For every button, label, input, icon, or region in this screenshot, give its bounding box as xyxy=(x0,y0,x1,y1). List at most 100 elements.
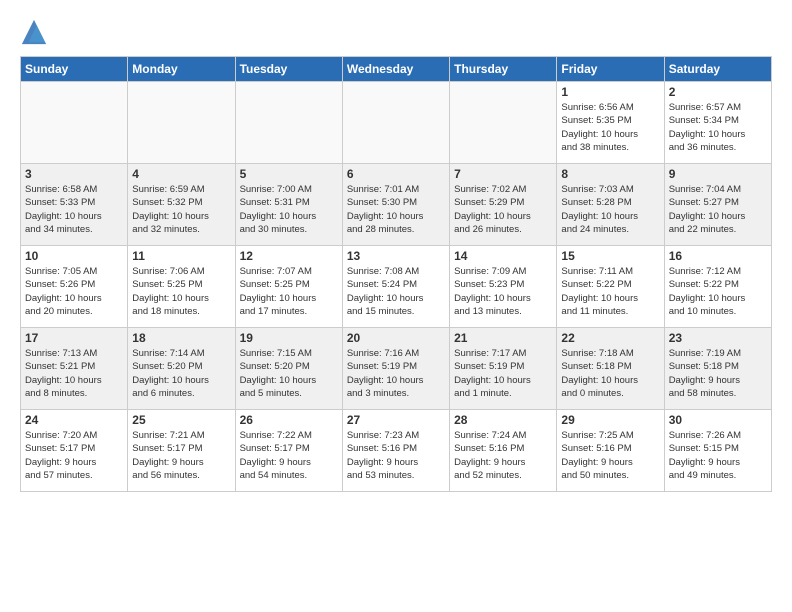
day-number: 15 xyxy=(561,249,659,263)
day-cell: 18 Sunrise: 7:14 AM Sunset: 5:20 PM Dayli… xyxy=(128,328,235,410)
day-info: Sunrise: 7:07 AM Sunset: 5:25 PM Dayligh… xyxy=(240,265,338,318)
day-cell: 10Sunrise: 7:05 AM Sunset: 5:26 PM Dayli… xyxy=(21,246,128,328)
day-number: 25 xyxy=(132,413,230,427)
day-info: Sunrise: 7:04 AM Sunset: 5:27 PM Dayligh… xyxy=(669,183,767,236)
day-info: Sunrise: 7:26 AM Sunset: 5:15 PM Dayligh… xyxy=(669,429,767,482)
day-number: 5 xyxy=(240,167,338,181)
header-cell-tuesday: Tuesday xyxy=(235,57,342,82)
day-number: 3 xyxy=(25,167,123,181)
day-info: Sunrise: 7:24 AM Sunset: 5:16 PM Dayligh… xyxy=(454,429,552,482)
day-number: 28 xyxy=(454,413,552,427)
day-cell: 20 Sunrise: 7:16 AM Sunset: 5:19 PM Dayli… xyxy=(342,328,449,410)
day-info: Sunrise: 7:00 AM Sunset: 5:31 PM Dayligh… xyxy=(240,183,338,236)
day-cell: 5 Sunrise: 7:00 AM Sunset: 5:31 PM Daylig… xyxy=(235,164,342,246)
day-info: Sunrise: 7:06 AM Sunset: 5:25 PM Dayligh… xyxy=(132,265,230,318)
day-info: Sunrise: 7:03 AM Sunset: 5:28 PM Dayligh… xyxy=(561,183,659,236)
day-number: 22 xyxy=(561,331,659,345)
calendar-body: 1 Sunrise: 6:56 AM Sunset: 5:35 PM Daylig… xyxy=(21,82,772,492)
day-cell: 9 Sunrise: 7:04 AM Sunset: 5:27 PM Daylig… xyxy=(664,164,771,246)
header-cell-friday: Friday xyxy=(557,57,664,82)
day-info: Sunrise: 7:19 AM Sunset: 5:18 PM Dayligh… xyxy=(669,347,767,400)
day-number: 18 xyxy=(132,331,230,345)
day-cell: 24 Sunrise: 7:20 AM Sunset: 5:17 PM Dayli… xyxy=(21,410,128,492)
day-number: 23 xyxy=(669,331,767,345)
day-cell xyxy=(21,82,128,164)
day-info: Sunrise: 7:23 AM Sunset: 5:16 PM Dayligh… xyxy=(347,429,445,482)
day-info: Sunrise: 7:16 AM Sunset: 5:19 PM Dayligh… xyxy=(347,347,445,400)
day-info: Sunrise: 6:57 AM Sunset: 5:34 PM Dayligh… xyxy=(669,101,767,154)
day-number: 30 xyxy=(669,413,767,427)
day-info: Sunrise: 7:11 AM Sunset: 5:22 PM Dayligh… xyxy=(561,265,659,318)
day-number: 21 xyxy=(454,331,552,345)
day-cell: 7Sunrise: 7:02 AM Sunset: 5:29 PM Daylig… xyxy=(450,164,557,246)
day-info: Sunrise: 6:58 AM Sunset: 5:33 PM Dayligh… xyxy=(25,183,123,236)
day-cell: 6 Sunrise: 7:01 AM Sunset: 5:30 PM Daylig… xyxy=(342,164,449,246)
logo-icon xyxy=(20,18,48,46)
day-cell: 14 Sunrise: 7:09 AM Sunset: 5:23 PM Dayli… xyxy=(450,246,557,328)
day-cell: 1 Sunrise: 6:56 AM Sunset: 5:35 PM Daylig… xyxy=(557,82,664,164)
day-info: Sunrise: 7:14 AM Sunset: 5:20 PM Dayligh… xyxy=(132,347,230,400)
day-number: 29 xyxy=(561,413,659,427)
day-cell: 12 Sunrise: 7:07 AM Sunset: 5:25 PM Dayli… xyxy=(235,246,342,328)
day-cell: 25Sunrise: 7:21 AM Sunset: 5:17 PM Dayli… xyxy=(128,410,235,492)
day-cell: 27 Sunrise: 7:23 AM Sunset: 5:16 PM Dayli… xyxy=(342,410,449,492)
day-cell: 16Sunrise: 7:12 AM Sunset: 5:22 PM Dayli… xyxy=(664,246,771,328)
day-info: Sunrise: 7:22 AM Sunset: 5:17 PM Dayligh… xyxy=(240,429,338,482)
week-row-4: 17Sunrise: 7:13 AM Sunset: 5:21 PM Dayli… xyxy=(21,328,772,410)
page: SundayMondayTuesdayWednesdayThursdayFrid… xyxy=(0,0,792,502)
day-cell: 21 Sunrise: 7:17 AM Sunset: 5:19 PM Dayli… xyxy=(450,328,557,410)
day-cell: 17Sunrise: 7:13 AM Sunset: 5:21 PM Dayli… xyxy=(21,328,128,410)
day-cell: 22Sunrise: 7:18 AM Sunset: 5:18 PM Dayli… xyxy=(557,328,664,410)
header-cell-monday: Monday xyxy=(128,57,235,82)
header-cell-wednesday: Wednesday xyxy=(342,57,449,82)
day-cell xyxy=(450,82,557,164)
day-cell: 11 Sunrise: 7:06 AM Sunset: 5:25 PM Dayli… xyxy=(128,246,235,328)
day-cell: 2 Sunrise: 6:57 AM Sunset: 5:34 PM Daylig… xyxy=(664,82,771,164)
day-info: Sunrise: 7:08 AM Sunset: 5:24 PM Dayligh… xyxy=(347,265,445,318)
day-number: 26 xyxy=(240,413,338,427)
calendar-table: SundayMondayTuesdayWednesdayThursdayFrid… xyxy=(20,56,772,492)
week-row-3: 10Sunrise: 7:05 AM Sunset: 5:26 PM Dayli… xyxy=(21,246,772,328)
day-info: Sunrise: 7:09 AM Sunset: 5:23 PM Dayligh… xyxy=(454,265,552,318)
header-cell-saturday: Saturday xyxy=(664,57,771,82)
day-number: 13 xyxy=(347,249,445,263)
week-row-5: 24 Sunrise: 7:20 AM Sunset: 5:17 PM Dayli… xyxy=(21,410,772,492)
day-cell: 29Sunrise: 7:25 AM Sunset: 5:16 PM Dayli… xyxy=(557,410,664,492)
day-number: 9 xyxy=(669,167,767,181)
day-cell: 8 Sunrise: 7:03 AM Sunset: 5:28 PM Daylig… xyxy=(557,164,664,246)
day-number: 8 xyxy=(561,167,659,181)
day-cell: 13 Sunrise: 7:08 AM Sunset: 5:24 PM Dayli… xyxy=(342,246,449,328)
day-number: 10 xyxy=(25,249,123,263)
day-number: 24 xyxy=(25,413,123,427)
logo xyxy=(20,18,52,46)
header-row: SundayMondayTuesdayWednesdayThursdayFrid… xyxy=(21,57,772,82)
day-info: Sunrise: 7:20 AM Sunset: 5:17 PM Dayligh… xyxy=(25,429,123,482)
day-number: 27 xyxy=(347,413,445,427)
day-number: 12 xyxy=(240,249,338,263)
day-cell xyxy=(235,82,342,164)
day-info: Sunrise: 7:15 AM Sunset: 5:20 PM Dayligh… xyxy=(240,347,338,400)
header-cell-thursday: Thursday xyxy=(450,57,557,82)
day-cell: 19Sunrise: 7:15 AM Sunset: 5:20 PM Dayli… xyxy=(235,328,342,410)
calendar-header: SundayMondayTuesdayWednesdayThursdayFrid… xyxy=(21,57,772,82)
day-number: 6 xyxy=(347,167,445,181)
day-number: 4 xyxy=(132,167,230,181)
day-cell: 3 Sunrise: 6:58 AM Sunset: 5:33 PM Daylig… xyxy=(21,164,128,246)
day-cell: 30 Sunrise: 7:26 AM Sunset: 5:15 PM Dayli… xyxy=(664,410,771,492)
day-info: Sunrise: 6:56 AM Sunset: 5:35 PM Dayligh… xyxy=(561,101,659,154)
day-info: Sunrise: 7:12 AM Sunset: 5:22 PM Dayligh… xyxy=(669,265,767,318)
week-row-2: 3 Sunrise: 6:58 AM Sunset: 5:33 PM Daylig… xyxy=(21,164,772,246)
day-info: Sunrise: 7:01 AM Sunset: 5:30 PM Dayligh… xyxy=(347,183,445,236)
header-cell-sunday: Sunday xyxy=(21,57,128,82)
day-cell: 15 Sunrise: 7:11 AM Sunset: 5:22 PM Dayli… xyxy=(557,246,664,328)
day-info: Sunrise: 7:17 AM Sunset: 5:19 PM Dayligh… xyxy=(454,347,552,400)
day-info: Sunrise: 7:02 AM Sunset: 5:29 PM Dayligh… xyxy=(454,183,552,236)
day-number: 20 xyxy=(347,331,445,345)
day-number: 14 xyxy=(454,249,552,263)
day-number: 11 xyxy=(132,249,230,263)
day-cell: 26 Sunrise: 7:22 AM Sunset: 5:17 PM Dayli… xyxy=(235,410,342,492)
day-number: 1 xyxy=(561,85,659,99)
day-cell: 28 Sunrise: 7:24 AM Sunset: 5:16 PM Dayli… xyxy=(450,410,557,492)
day-number: 2 xyxy=(669,85,767,99)
week-row-1: 1 Sunrise: 6:56 AM Sunset: 5:35 PM Daylig… xyxy=(21,82,772,164)
